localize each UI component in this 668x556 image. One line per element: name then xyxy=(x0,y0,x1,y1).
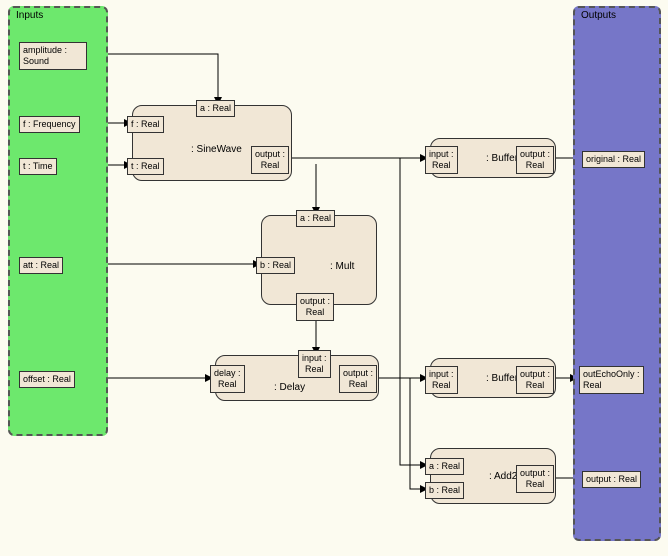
block-add2-label: : Add2 xyxy=(489,471,517,482)
block-delay-label: : Delay xyxy=(274,382,305,393)
block-buffer1-label: : Buffer xyxy=(486,153,518,164)
input-f[interactable]: f : Frequency xyxy=(19,116,80,133)
port-mult-a[interactable]: a : Real xyxy=(296,210,335,227)
port-delay-input[interactable]: input : Real xyxy=(298,350,331,378)
port-buffer2-input[interactable]: input : Real xyxy=(425,366,458,394)
port-sinewave-a[interactable]: a : Real xyxy=(196,100,235,117)
port-delay-delay[interactable]: delay : Real xyxy=(210,365,245,393)
port-add2-a[interactable]: a : Real xyxy=(425,458,464,475)
block-buffer2-label: : Buffer xyxy=(486,373,518,384)
port-sinewave-output[interactable]: output : Real xyxy=(251,146,289,174)
port-buffer2-output[interactable]: output : Real xyxy=(516,366,554,394)
block-mult-label: : Mult xyxy=(330,261,354,272)
outputs-panel: Outputs xyxy=(573,6,661,541)
port-delay-output[interactable]: output : Real xyxy=(339,365,377,393)
inputs-title: Inputs xyxy=(16,10,43,21)
port-add2-b[interactable]: b : Real xyxy=(425,482,464,499)
port-mult-output[interactable]: output : Real xyxy=(296,293,334,321)
output-echoonly[interactable]: outEchoOnly : Real xyxy=(579,366,644,394)
output-original[interactable]: original : Real xyxy=(582,151,645,168)
port-sinewave-f[interactable]: f : Real xyxy=(127,116,164,133)
outputs-title: Outputs xyxy=(581,10,616,21)
port-sinewave-t[interactable]: t : Real xyxy=(127,158,164,175)
input-amplitude[interactable]: amplitude : Sound xyxy=(19,42,87,70)
port-buffer1-output[interactable]: output : Real xyxy=(516,146,554,174)
output-output[interactable]: output : Real xyxy=(582,471,641,488)
port-mult-b[interactable]: b : Real xyxy=(256,257,295,274)
port-buffer1-input[interactable]: input : Real xyxy=(425,146,458,174)
input-offset[interactable]: offset : Real xyxy=(19,371,75,388)
port-add2-output[interactable]: output : Real xyxy=(516,465,554,493)
input-t[interactable]: t : Time xyxy=(19,158,57,175)
block-sinewave-label: : SineWave xyxy=(191,144,242,155)
input-att[interactable]: att : Real xyxy=(19,257,63,274)
diagram-canvas: Inputs amplitude : Sound f : Frequency t… xyxy=(0,0,668,556)
